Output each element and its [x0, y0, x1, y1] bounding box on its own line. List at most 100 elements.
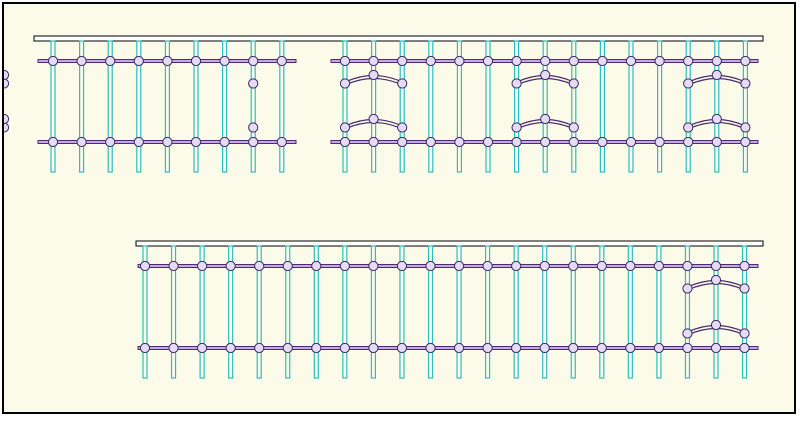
node	[511, 122, 522, 133]
node	[625, 260, 636, 272]
node	[168, 260, 179, 272]
node	[368, 136, 379, 148]
node	[511, 342, 522, 354]
node	[740, 78, 751, 89]
node	[739, 260, 750, 272]
node	[282, 260, 293, 272]
node	[368, 69, 379, 81]
node	[739, 328, 750, 339]
node	[740, 136, 751, 148]
node	[105, 136, 116, 148]
node	[596, 260, 607, 272]
node	[654, 136, 665, 148]
node	[339, 136, 351, 148]
node	[682, 328, 693, 339]
node	[76, 136, 87, 148]
node	[339, 78, 351, 89]
node	[4, 122, 10, 133]
node	[653, 260, 665, 272]
node	[225, 342, 236, 354]
node	[568, 342, 579, 354]
node	[482, 342, 493, 354]
node	[425, 260, 436, 272]
node	[740, 122, 751, 133]
node	[47, 55, 59, 67]
node	[276, 136, 287, 148]
node	[454, 136, 465, 148]
node	[540, 136, 551, 148]
node	[339, 342, 350, 354]
node	[248, 136, 259, 148]
node	[711, 55, 722, 67]
node	[710, 342, 722, 354]
node	[540, 69, 551, 81]
node	[282, 342, 293, 354]
node	[248, 122, 259, 133]
node	[190, 136, 202, 148]
node	[225, 260, 236, 272]
node	[368, 342, 379, 354]
node	[397, 122, 408, 133]
node	[190, 55, 202, 67]
node	[339, 260, 350, 272]
node	[710, 260, 722, 272]
fence-elevation-drawing	[4, 35, 764, 379]
node	[539, 342, 550, 354]
node	[311, 260, 322, 272]
node	[396, 342, 408, 354]
node	[254, 260, 265, 272]
node	[219, 55, 230, 67]
node	[339, 122, 351, 133]
node	[139, 342, 151, 354]
node	[397, 55, 408, 67]
node	[339, 55, 351, 67]
node	[710, 274, 722, 286]
node	[197, 342, 208, 354]
node	[76, 55, 87, 67]
node	[368, 113, 379, 125]
node	[511, 78, 522, 89]
node	[683, 122, 694, 133]
node	[162, 55, 173, 67]
node	[625, 342, 636, 354]
node	[596, 342, 607, 354]
node	[625, 55, 637, 67]
node	[710, 319, 722, 331]
node	[4, 113, 10, 125]
node	[133, 136, 144, 148]
node	[654, 55, 665, 67]
node	[711, 69, 722, 81]
node	[219, 136, 230, 148]
node	[739, 283, 750, 294]
node	[683, 55, 694, 67]
node	[425, 55, 436, 67]
top-rail	[33, 35, 764, 42]
node	[276, 55, 287, 67]
node	[568, 136, 579, 148]
node	[248, 78, 259, 89]
node	[168, 342, 179, 354]
node	[653, 342, 665, 354]
node	[540, 55, 551, 67]
node	[453, 342, 465, 354]
node	[47, 136, 59, 148]
node	[625, 136, 637, 148]
node	[139, 260, 151, 272]
node	[511, 260, 522, 272]
node	[133, 55, 144, 67]
node	[597, 55, 608, 67]
node	[682, 260, 693, 272]
node	[711, 136, 722, 148]
node	[162, 136, 173, 148]
node	[425, 342, 436, 354]
node	[254, 342, 265, 354]
node	[396, 260, 408, 272]
node	[511, 55, 522, 67]
node	[4, 78, 10, 89]
node	[4, 69, 10, 81]
node	[511, 136, 522, 148]
node	[683, 136, 694, 148]
node	[482, 55, 494, 67]
node	[682, 342, 693, 354]
node	[711, 113, 722, 125]
